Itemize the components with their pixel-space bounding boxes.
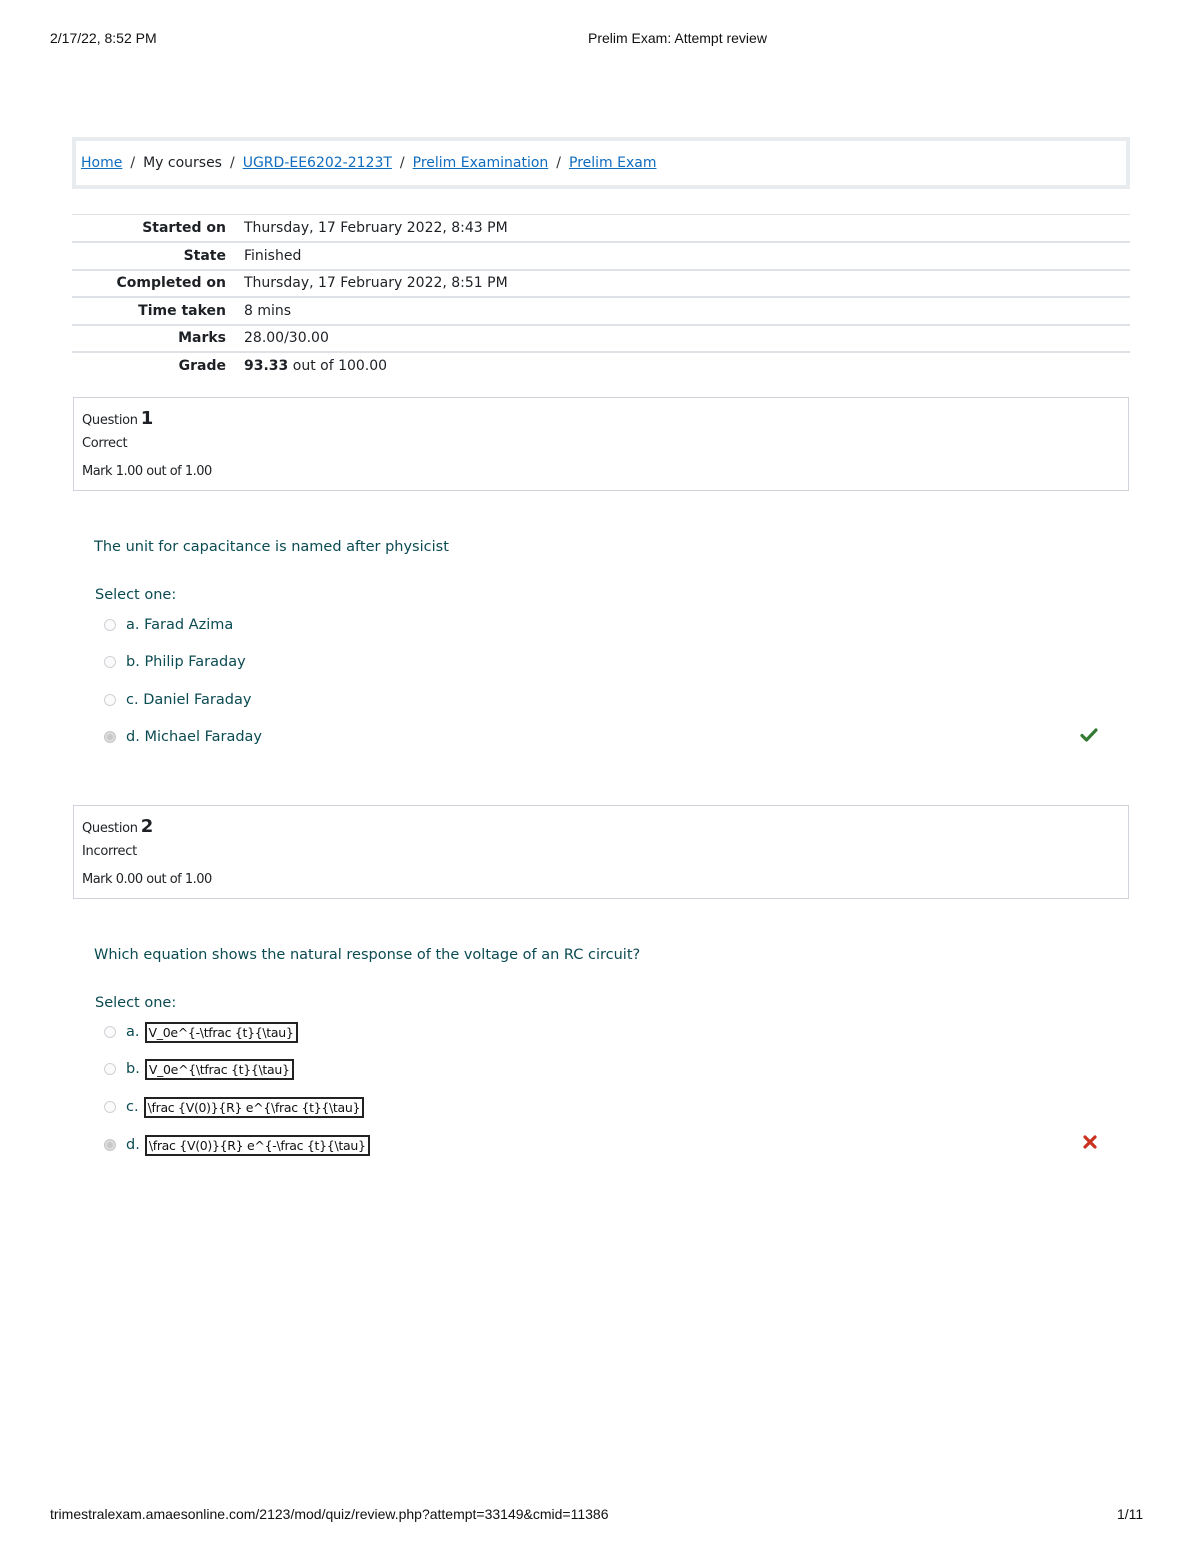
breadcrumb-separator: / xyxy=(130,155,136,171)
answer-option-selected[interactable]: d. \frac {V(0)}{R} e^{-\frac {t}{\tau} xyxy=(104,1133,370,1157)
breadcrumb-quiz[interactable]: Prelim Exam xyxy=(569,155,656,171)
radio-button[interactable] xyxy=(104,1026,116,1038)
summary-value: 28.00/30.00 xyxy=(244,330,329,347)
grade-suffix: out of 100.00 xyxy=(292,358,388,375)
attempt-summary-table: Started on Thursday, 17 February 2022, 8… xyxy=(72,214,1130,380)
question-label: Question xyxy=(82,821,138,836)
breadcrumb-container: Home / My courses / UGRD-EE6202-2123T / Prelim… xyxy=(72,137,1130,189)
answer-math-expression: \frac {V(0)}{R} e^{-\frac {t}{\tau} xyxy=(144,1134,370,1156)
answer-text: Daniel Faraday xyxy=(143,692,252,708)
print-header: 2/17/22, 8:52 PM Prelim Exam: Attempt re… xyxy=(0,30,1200,48)
select-one-prompt: Select one: xyxy=(95,587,177,603)
print-footer: trimestralexam.amaesonline.com/2123/mod/… xyxy=(0,1506,1200,1524)
answer-math-expression: \frac {V(0)}{R} e^{\frac {t}{\tau} xyxy=(143,1096,365,1118)
question-text: The unit for capacitance is named after … xyxy=(94,539,449,555)
breadcrumb-separator: / xyxy=(229,155,235,171)
question-label: Question xyxy=(82,413,138,428)
summary-label: State xyxy=(183,247,226,264)
print-page-title: Prelim Exam: Attempt review xyxy=(588,30,767,46)
question-state: Correct xyxy=(82,436,128,451)
answer-letter: d. xyxy=(126,729,140,745)
summary-value: Finished xyxy=(244,247,302,264)
summary-value: Thursday, 17 February 2022, 8:51 PM xyxy=(244,275,508,292)
select-one-prompt: Select one: xyxy=(95,995,177,1011)
question-number: Question 1 xyxy=(82,408,153,429)
question-state: Incorrect xyxy=(82,844,137,859)
summary-label: Marks xyxy=(178,330,226,347)
breadcrumb-section[interactable]: Prelim Examination xyxy=(413,155,549,171)
answer-text: Michael Faraday xyxy=(144,729,262,745)
radio-button[interactable] xyxy=(104,1101,116,1113)
question-mark: Mark 1.00 out of 1.00 xyxy=(82,464,212,479)
summary-value: 8 mins xyxy=(244,302,292,319)
answer-letter: b. xyxy=(126,1061,140,1077)
breadcrumb-home[interactable]: Home xyxy=(81,155,122,171)
answer-option[interactable]: c. \frac {V(0)}{R} e^{\frac {t}{\tau} xyxy=(104,1095,365,1119)
answer-letter: a. xyxy=(126,1024,140,1040)
check-icon xyxy=(1080,728,1098,742)
summary-value: Thursday, 17 February 2022, 8:43 PM xyxy=(244,220,508,236)
answer-letter: d. xyxy=(126,1137,140,1153)
radio-button-checked[interactable] xyxy=(104,1139,116,1151)
breadcrumb: Home / My courses / UGRD-EE6202-2123T / Prelim… xyxy=(81,155,656,171)
question-info-box: Question 2 Incorrect Mark 0.00 out of 1.0… xyxy=(73,805,1129,899)
summary-row-started: Started on Thursday, 17 February 2022, 8… xyxy=(72,214,1130,243)
answer-letter: c. xyxy=(126,1099,139,1115)
summary-row-marks: Marks 28.00/30.00 xyxy=(72,324,1130,353)
summary-label: Started on xyxy=(142,220,226,236)
print-page-number: 1/11 xyxy=(1117,1506,1144,1522)
answer-math-expression: V_0e^{-\tfrac {t}{\tau} xyxy=(144,1021,298,1043)
answer-option[interactable]: a. V_0e^{-\tfrac {t}{\tau} xyxy=(104,1020,298,1044)
breadcrumb-my-courses: My courses xyxy=(143,155,222,171)
summary-row-state: State Finished xyxy=(72,242,1130,270)
answer-letter: b. xyxy=(126,654,140,670)
print-datetime: 2/17/22, 8:52 PM xyxy=(50,30,157,46)
summary-label: Grade xyxy=(178,358,226,375)
question-number-value: 2 xyxy=(140,816,154,837)
summary-row-time-taken: Time taken 8 mins xyxy=(72,297,1130,325)
summary-value: 93.33 out of 100.00 xyxy=(243,352,1130,380)
summary-label: Completed on xyxy=(116,275,226,292)
summary-row-completed: Completed on Thursday, 17 February 2022,… xyxy=(72,269,1130,298)
answer-letter: a. xyxy=(126,617,140,633)
radio-button[interactable] xyxy=(104,656,116,668)
radio-button[interactable] xyxy=(104,1063,116,1075)
answer-text: Farad Azima xyxy=(144,617,234,633)
print-url: trimestralexam.amaesonline.com/2123/mod/… xyxy=(50,1506,609,1522)
answer-text: Philip Faraday xyxy=(144,654,246,670)
breadcrumb-course[interactable]: UGRD-EE6202-2123T xyxy=(243,155,392,171)
question-text: Which equation shows the natural respons… xyxy=(94,947,641,963)
answer-option[interactable]: b. V_0e^{\tfrac {t}{\tau} xyxy=(104,1057,294,1081)
question-number: Question 2 xyxy=(82,816,153,837)
radio-button-checked[interactable] xyxy=(104,731,116,743)
answer-option[interactable]: c. Daniel Faraday xyxy=(104,688,251,712)
grade-value: 93.33 xyxy=(244,358,289,375)
summary-label: Time taken xyxy=(138,302,226,319)
answer-option[interactable]: b. Philip Faraday xyxy=(104,650,246,674)
answer-math-expression: V_0e^{\tfrac {t}{\tau} xyxy=(144,1058,294,1080)
question-number-value: 1 xyxy=(140,408,154,429)
answer-letter: c. xyxy=(126,692,139,708)
radio-button[interactable] xyxy=(104,694,116,706)
question-info-box: Question 1 Correct Mark 1.00 out of 1.00 xyxy=(73,397,1129,491)
breadcrumb-separator: / xyxy=(556,155,561,171)
answer-option-selected[interactable]: d. Michael Faraday xyxy=(104,725,262,749)
breadcrumb-separator: / xyxy=(399,155,405,171)
cross-icon xyxy=(1083,1135,1097,1149)
answer-option[interactable]: a. Farad Azima xyxy=(104,613,233,637)
question-mark: Mark 0.00 out of 1.00 xyxy=(82,872,212,887)
radio-button[interactable] xyxy=(104,619,116,631)
summary-row-grade: Grade 93.33 out of 100.00 xyxy=(72,352,1130,380)
